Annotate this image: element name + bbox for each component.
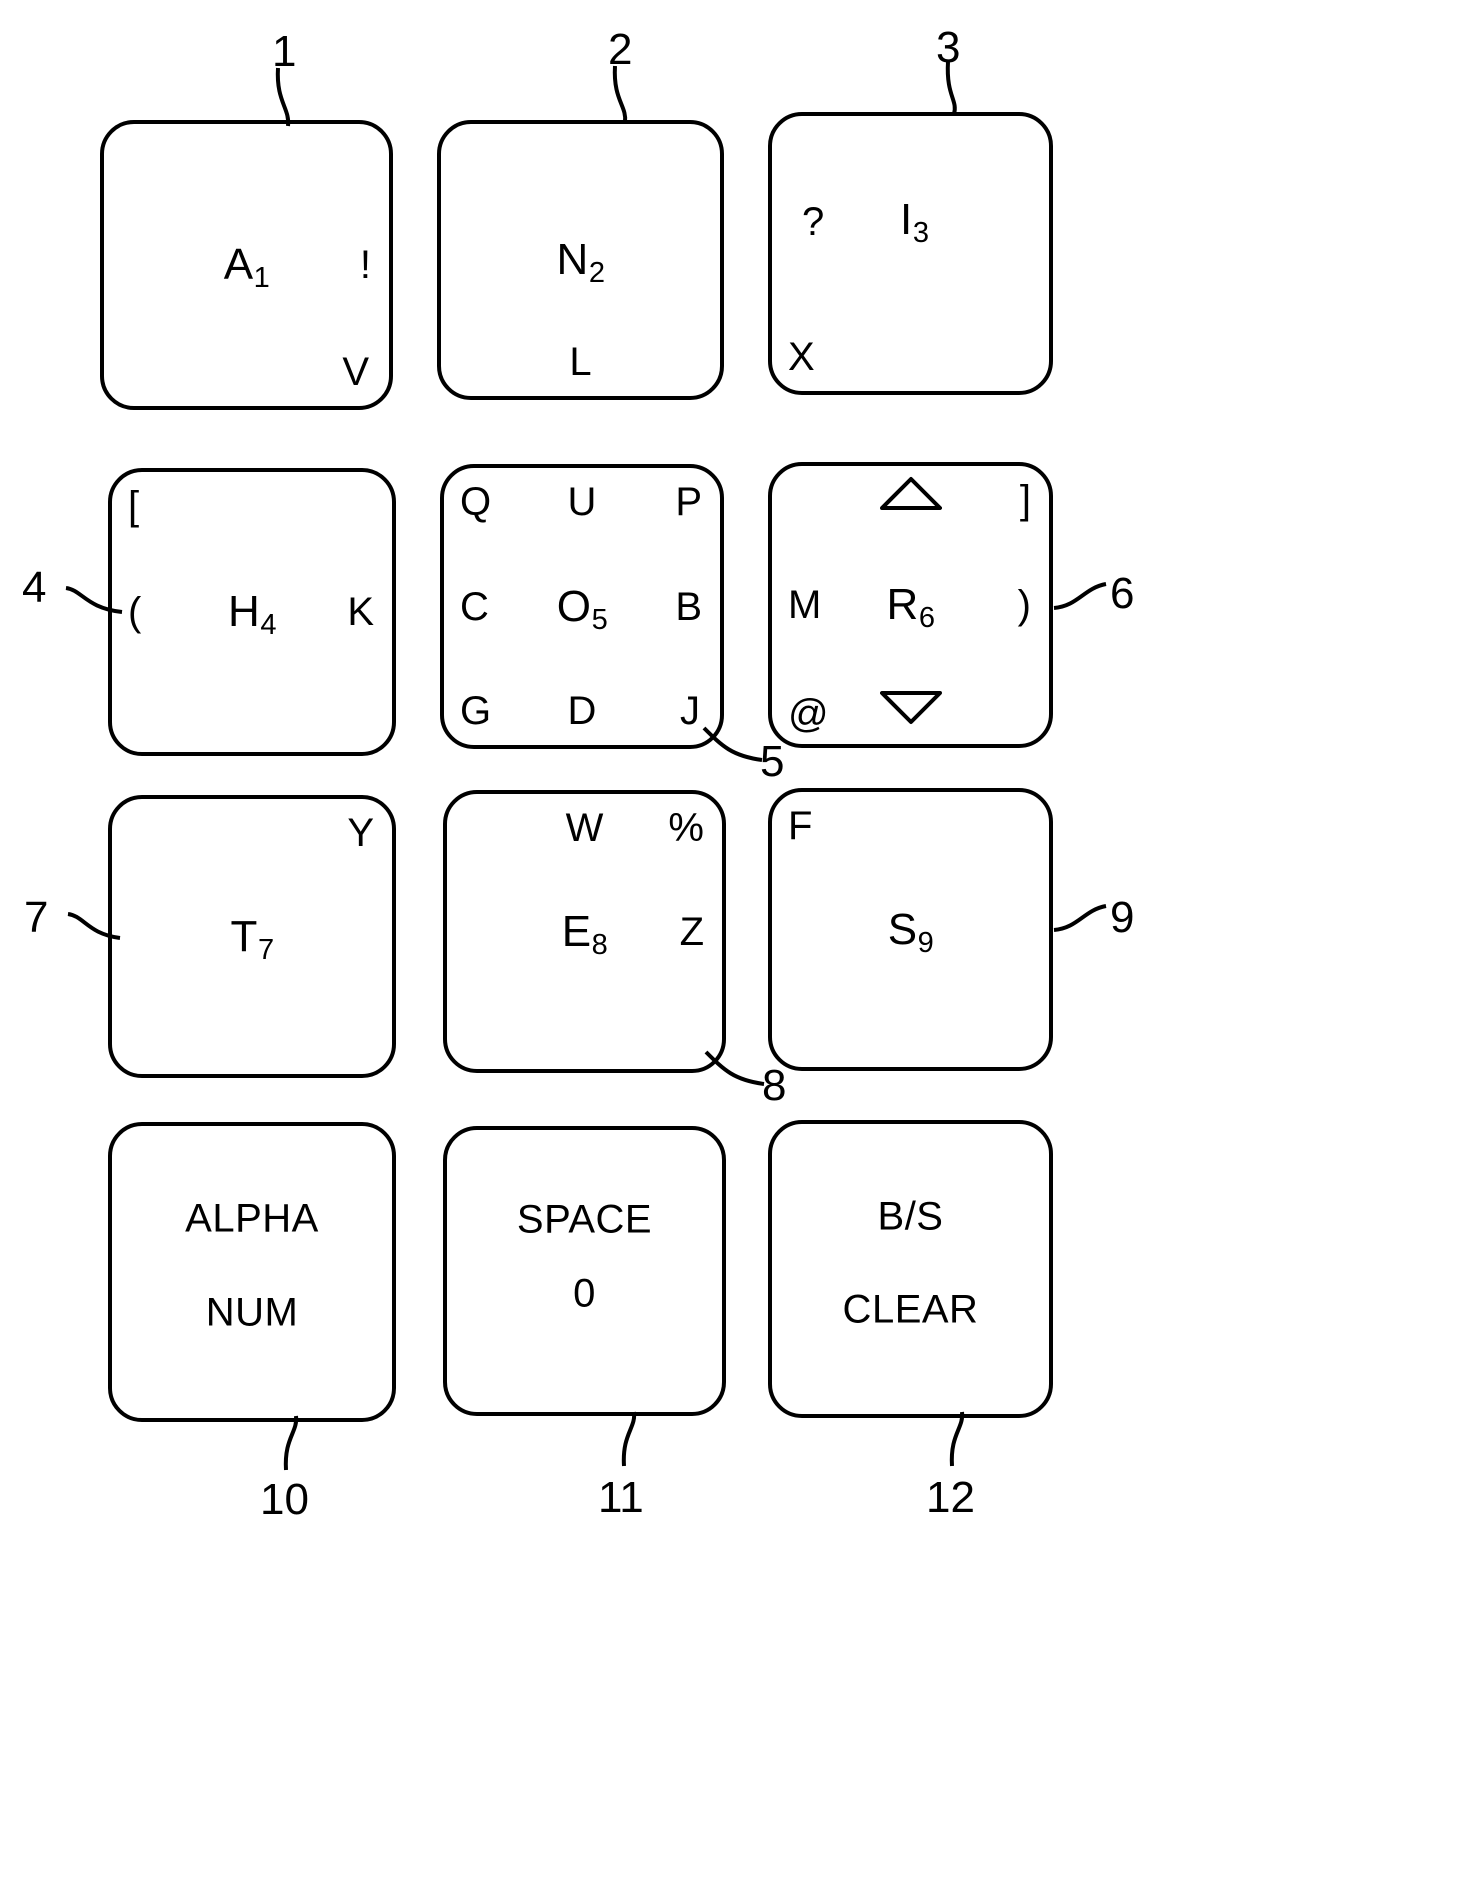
key-1-label-exclaim: ! xyxy=(359,243,371,287)
key-10-label-alpha: ALPHA xyxy=(185,1196,319,1241)
key-8-primary-label: E8 xyxy=(561,906,608,961)
key-4[interactable]: [ ( H4 K xyxy=(108,468,396,756)
key-5[interactable]: Q U P C O5 B G D J xyxy=(440,464,724,749)
key-5-label-b: B xyxy=(675,584,702,629)
key-4-label-k: K xyxy=(347,590,374,634)
key-5-primary-label: O5 xyxy=(556,581,608,636)
leader-line-12 xyxy=(949,1411,965,1467)
key-12[interactable]: B/S CLEAR xyxy=(768,1120,1053,1418)
key-5-label-g: G xyxy=(460,689,492,733)
key-5-label-d: D xyxy=(567,689,597,733)
key-8[interactable]: W % E8 Z xyxy=(443,790,726,1073)
ref-numeral-11: 11 xyxy=(598,1473,644,1522)
key-5-label-c: C xyxy=(460,584,489,629)
ref-numeral-4: 4 xyxy=(22,563,47,612)
ref-numeral-1: 1 xyxy=(272,27,297,76)
down-triangle-icon xyxy=(879,691,942,732)
ref-numeral-7: 7 xyxy=(24,893,49,942)
key-6-label-bracket-close: ] xyxy=(1019,478,1031,522)
key-8-label-w: W xyxy=(565,806,604,850)
key-11[interactable]: SPACE 0 xyxy=(443,1126,726,1416)
ref-numeral-2: 2 xyxy=(608,25,633,74)
key-12-label-clear: CLEAR xyxy=(842,1287,979,1332)
key-11-label-space: SPACE xyxy=(516,1197,653,1242)
key-3-label-x: X xyxy=(788,335,815,379)
leader-line-11 xyxy=(621,1411,637,1467)
key-12-label-backspace: B/S xyxy=(877,1194,944,1239)
key-3[interactable]: ? I3 X xyxy=(768,112,1053,395)
key-4-label-paren-open: ( xyxy=(128,590,142,634)
key-1[interactable]: A1 ! V xyxy=(100,120,393,410)
ref-numeral-10: 10 xyxy=(260,1475,309,1524)
key-9[interactable]: F S9 xyxy=(768,788,1053,1071)
key-5-label-p: P xyxy=(675,480,702,524)
key-11-label-zero: 0 xyxy=(573,1271,596,1316)
key-6-primary-label: R6 xyxy=(886,580,936,635)
key-4-primary-label: H4 xyxy=(228,587,277,642)
key-4-label-bracket-open: [ xyxy=(128,484,140,528)
key-6-label-m: M xyxy=(788,583,822,627)
key-1-label-v: V xyxy=(342,350,369,394)
key-6-label-at: @ xyxy=(788,692,829,736)
key-7-label-y: Y xyxy=(347,811,374,855)
key-1-primary-label: A1 xyxy=(223,240,270,295)
key-9-primary-label: S9 xyxy=(887,904,934,959)
ref-numeral-3: 3 xyxy=(936,23,961,72)
ref-numeral-6: 6 xyxy=(1110,569,1135,618)
key-8-label-z: Z xyxy=(679,909,704,954)
ref-numeral-5: 5 xyxy=(760,737,785,786)
key-2-primary-label: N2 xyxy=(556,235,606,290)
key-3-primary-label: I3 xyxy=(900,195,929,250)
key-10[interactable]: ALPHA NUM xyxy=(108,1122,396,1422)
ref-numeral-9: 9 xyxy=(1110,893,1135,942)
key-9-label-f: F xyxy=(788,804,813,848)
key-5-label-u: U xyxy=(567,480,597,524)
key-7[interactable]: Y T7 xyxy=(108,795,396,1078)
key-2[interactable]: N2 L xyxy=(437,120,724,400)
key-6-label-paren-close: ) xyxy=(1017,583,1031,627)
key-5-label-q: Q xyxy=(460,480,492,524)
ref-numeral-8: 8 xyxy=(762,1061,787,1110)
up-triangle-icon xyxy=(879,476,942,517)
key-7-primary-label: T7 xyxy=(230,911,275,966)
key-2-label-l: L xyxy=(569,340,592,384)
patent-figure-keypad: A1 ! V 1 N2 L 2 ? I3 X 3 [ ( H4 K 4 Q U … xyxy=(0,0,1457,1892)
key-3-label-question: ? xyxy=(802,200,825,244)
leader-line-10 xyxy=(283,1415,299,1471)
key-8-label-percent: % xyxy=(668,806,704,850)
ref-numeral-12: 12 xyxy=(926,1473,975,1522)
key-10-label-num: NUM xyxy=(205,1290,299,1335)
key-6[interactable]: ] M R6 ) @ xyxy=(768,462,1053,748)
key-5-label-j: J xyxy=(680,689,700,733)
